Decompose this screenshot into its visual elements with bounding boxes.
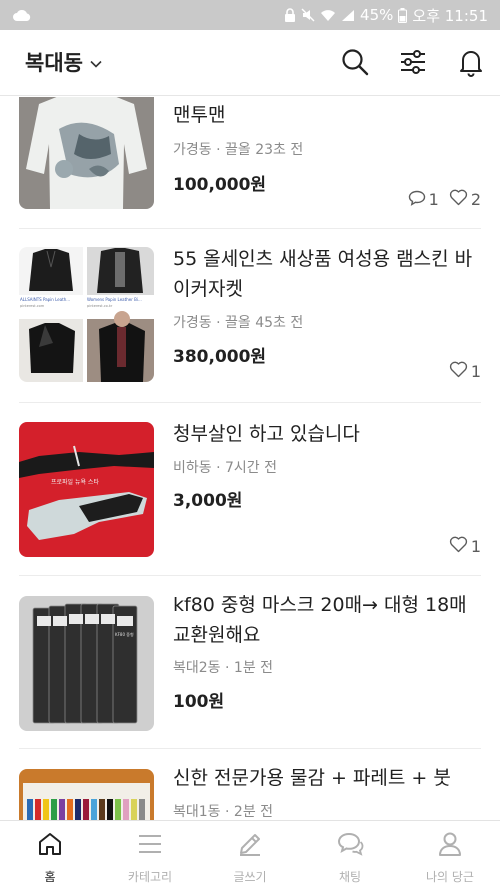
item-price: 100,000원 xyxy=(173,175,267,195)
status-bar: 45% 오후 11:51 xyxy=(0,0,500,30)
search-icon[interactable] xyxy=(340,47,370,77)
jacket-site-1: pinterest.com xyxy=(20,304,45,308)
poster-text: 프로파일 뉴욕 스타 xyxy=(51,478,99,486)
location-selector[interactable]: 복대동 xyxy=(25,47,102,77)
mask-label: KF80 중형 xyxy=(115,631,134,637)
nav-label: 홈 xyxy=(44,870,56,884)
lock-icon xyxy=(284,8,296,22)
item-meta: 가경동 · 끌올 23초 전 xyxy=(173,139,303,159)
app-header: 복대동 xyxy=(0,30,500,96)
item-location: 복대2동 xyxy=(173,660,221,676)
like-count: 2 xyxy=(449,189,481,210)
product-thumbnail: ALLSAINTS Papin Leath... pinterest.com W… xyxy=(19,247,154,382)
nav-label: 채팅 xyxy=(338,870,362,884)
list-item[interactable]: 신한 전문가용 물감 + 파레트 + 붓 복대1동 · 2분 전 xyxy=(19,767,481,820)
jacket-caption-2: Womens Papin Leather Bi... xyxy=(87,297,142,302)
item-counts: 1 xyxy=(443,536,481,557)
heart-icon xyxy=(449,536,468,557)
comment-icon xyxy=(408,190,426,210)
signal-icon xyxy=(341,9,355,22)
item-title: 신한 전문가용 물감 + 파레트 + 붓 xyxy=(173,767,451,789)
item-counts: 1 xyxy=(443,361,481,382)
person-icon xyxy=(436,830,464,862)
product-thumbnail: 프로파일 뉴욕 스타 xyxy=(19,422,154,557)
item-location: 가경동 xyxy=(173,315,212,331)
chevron-down-icon xyxy=(83,53,102,72)
nav-label: 카테고리 xyxy=(127,870,173,884)
product-thumbnail xyxy=(19,97,154,209)
item-title: kf80 중형 마스크 20매→ 대형 18매 교환원해요 xyxy=(173,594,467,646)
nav-my-carrot[interactable]: 나의 당근 xyxy=(400,821,500,888)
like-count: 1 xyxy=(449,361,481,382)
bell-icon[interactable] xyxy=(456,47,486,77)
list-item[interactable]: ALLSAINTS Papin Leath... pinterest.com W… xyxy=(19,247,481,387)
meta-separator: · xyxy=(216,142,221,158)
jacket-site-2: pinterest.co.kr xyxy=(87,304,113,308)
like-count: 1 xyxy=(449,536,481,557)
item-location: 비하동 xyxy=(173,460,212,476)
battery-level: 45% xyxy=(360,6,394,24)
filter-icon[interactable] xyxy=(398,47,428,77)
list-item[interactable]: 프로파일 뉴욕 스타 청부살인 하고 있습니다 비하동 · 7시간 전 3,00… xyxy=(19,422,481,562)
item-meta: 복대2동 · 1분 전 xyxy=(173,657,273,677)
item-time: 끌올 23초 전 xyxy=(225,142,304,158)
divider xyxy=(19,748,481,749)
location-label: 복대동 xyxy=(25,51,83,75)
item-price: 380,000원 xyxy=(173,347,267,367)
battery-icon xyxy=(398,7,408,23)
heart-icon xyxy=(449,361,468,382)
meta-separator: · xyxy=(216,460,221,476)
product-thumbnail xyxy=(19,769,154,820)
bottom-nav: 홈 카테고리 글쓰기 채팅 나의 당근 xyxy=(0,820,500,888)
chat-icon xyxy=(336,830,364,862)
pencil-icon xyxy=(236,830,264,862)
meta-separator: · xyxy=(225,804,230,820)
item-title: 맨투맨 xyxy=(173,104,226,126)
product-thumbnail: KF80 중형 xyxy=(19,596,154,731)
meta-separator: · xyxy=(225,660,230,676)
item-location: 복대1동 xyxy=(173,804,221,820)
mute-icon xyxy=(301,8,315,22)
nav-category[interactable]: 카테고리 xyxy=(100,821,200,888)
wifi-icon xyxy=(320,9,336,22)
nav-home[interactable]: 홈 xyxy=(0,821,100,888)
item-meta: 비하동 · 7시간 전 xyxy=(173,457,277,477)
divider xyxy=(19,228,481,229)
comment-count: 1 xyxy=(408,190,439,210)
divider xyxy=(19,402,481,403)
item-meta: 복대1동 · 2분 전 xyxy=(173,801,273,820)
meta-separator: · xyxy=(216,315,221,331)
item-title: 청부살인 하고 있습니다 xyxy=(173,423,360,445)
nav-write[interactable]: 글쓰기 xyxy=(200,821,300,888)
item-time: 2분 전 xyxy=(233,804,274,820)
cloud-icon xyxy=(12,9,32,22)
list-item[interactable]: 맨투맨 가경동 · 끌올 23초 전 100,000원 1 2 xyxy=(19,97,481,217)
item-time: 끌올 45초 전 xyxy=(225,315,304,331)
menu-icon xyxy=(136,830,164,862)
item-counts: 1 2 xyxy=(402,189,481,210)
nav-label: 글쓰기 xyxy=(233,870,267,884)
item-price: 100원 xyxy=(173,692,225,712)
item-meta: 가경동 · 끌올 45초 전 xyxy=(173,312,303,332)
divider xyxy=(19,575,481,576)
nav-chat[interactable]: 채팅 xyxy=(300,821,400,888)
jacket-caption-1: ALLSAINTS Papin Leath... xyxy=(20,297,70,302)
home-icon xyxy=(36,830,64,862)
list-item[interactable]: KF80 중형 kf80 중형 마스크 20매→ 대형 18매 교환원해요 복대… xyxy=(19,594,481,736)
item-title: 55 올세인츠 새상품 여성용 램스킨 바이커자켓 xyxy=(173,248,473,300)
item-time: 7시간 전 xyxy=(225,460,277,476)
item-price: 3,000원 xyxy=(173,491,243,511)
product-list: 맨투맨 가경동 · 끌올 23초 전 100,000원 1 2 ALLSAINT… xyxy=(0,97,500,820)
item-location: 가경동 xyxy=(173,142,212,158)
heart-icon xyxy=(449,189,468,210)
item-time: 1분 전 xyxy=(233,660,274,676)
status-time: 오후 11:51 xyxy=(412,6,488,25)
nav-label: 나의 당근 xyxy=(426,870,474,884)
